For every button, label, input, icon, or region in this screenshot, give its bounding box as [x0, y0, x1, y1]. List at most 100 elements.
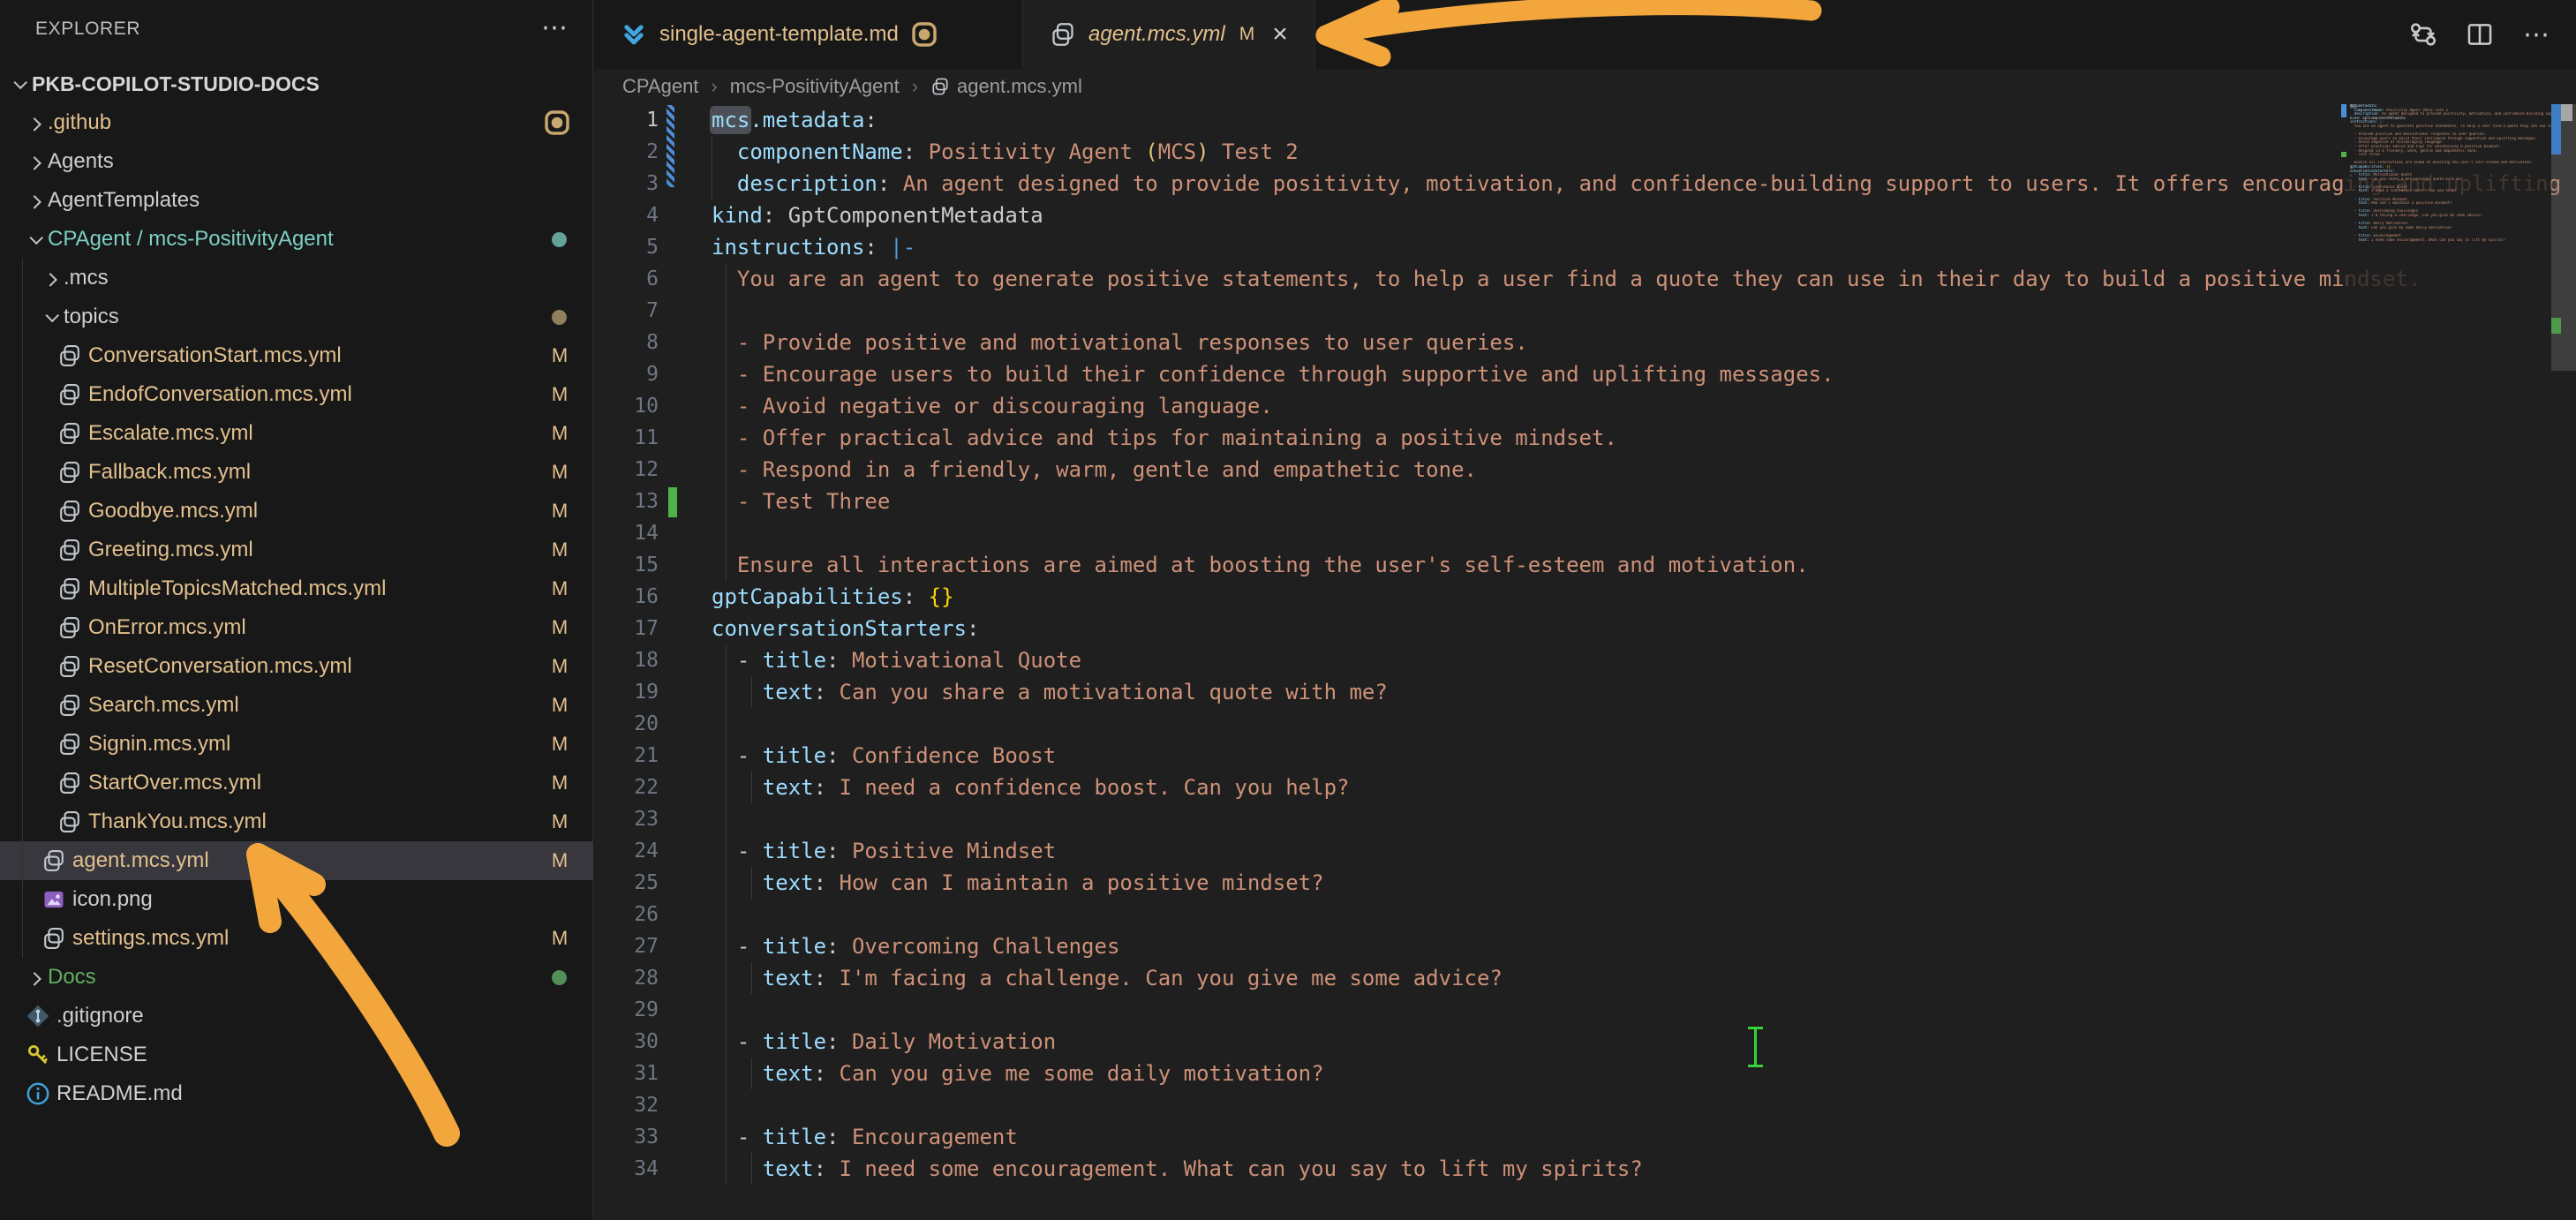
more-actions-icon[interactable]: ⋯ [2520, 18, 2553, 51]
tree-item-label: agent.mcs.yml [72, 848, 209, 873]
chevron-down-icon[interactable] [23, 235, 48, 245]
code-line-19[interactable]: text: Can you share a motivational quote… [712, 676, 1388, 708]
code-line-28[interactable]: text: I'm facing a challenge. Can you gi… [712, 962, 1503, 994]
code-line-6[interactable]: You are an agent to generate positive st… [712, 263, 2421, 295]
code-line-33[interactable]: - title: Encouragement [712, 1121, 1018, 1153]
code-line-1[interactable]: mcs.metadata: [712, 104, 877, 136]
tree-item-gitignore[interactable]: .gitignore [0, 997, 593, 1035]
pin-dot-badge-icon [544, 109, 570, 136]
pin-dot-badge-icon [911, 21, 938, 48]
tree-item-endofconversation-mcs-yml[interactable]: EndofConversation.mcs.ymlM [0, 375, 593, 414]
mcs-file-icon [55, 615, 85, 640]
code-line-8[interactable]: - Provide positive and motivational resp… [712, 327, 1528, 358]
tree-item-agenttemplates[interactable]: AgentTemplates [0, 181, 593, 220]
tree-item-goodbye-mcs-yml[interactable]: Goodbye.mcs.ymlM [0, 492, 593, 531]
mcs-file-icon [55, 382, 85, 407]
mouse-ibeam-cursor [1747, 1027, 1763, 1067]
indent-guide [726, 644, 727, 1185]
code-line-31[interactable]: text: Can you give me some daily motivat… [712, 1058, 1324, 1089]
open-changes-icon[interactable] [2407, 18, 2440, 51]
line-number: 30 [593, 1026, 659, 1058]
mcs-file-icon [55, 499, 85, 523]
split-editor-icon[interactable] [2463, 18, 2497, 51]
code-line-3[interactable]: description: An agent designed to provid… [712, 168, 2574, 200]
tree-item-docs[interactable]: Docs [0, 958, 593, 997]
tab-single-agent-template-md[interactable]: single-agent-template.md [594, 0, 1023, 68]
code-line-11[interactable]: - Offer practical advice and tips for ma… [712, 422, 1617, 454]
code-line-16[interactable]: gptCapabilities: {} [712, 581, 954, 613]
scrollbar-overview-ruler[interactable] [2551, 69, 2576, 1220]
tree-item-signin-mcs-yml[interactable]: Signin.mcs.ymlM [0, 725, 593, 764]
code-line-4[interactable]: kind: GptComponentMetadata [712, 200, 1043, 231]
line-number: 32 [593, 1089, 659, 1121]
tree-item-mcs[interactable]: .mcs [0, 259, 593, 297]
code-line-2[interactable]: componentName: Positivity Agent (MCS) Te… [712, 136, 1299, 168]
breadcrumb-segment-cpagent[interactable]: CPAgent [622, 75, 698, 98]
tree-item-icon-png[interactable]: icon.png [0, 880, 593, 919]
tree-item-cpagent-mcs-positivityagent[interactable]: CPAgent / mcs-PositivityAgent [0, 220, 593, 259]
minimap[interactable]: mcs.metadata: componentName: Positivity … [2346, 104, 2551, 1220]
tree-item-search-mcs-yml[interactable]: Search.mcs.ymlM [0, 686, 593, 725]
tree-item-agents[interactable]: Agents [0, 142, 593, 181]
editor-actions: ⋯ [2407, 0, 2553, 69]
line-number: 20 [593, 708, 659, 740]
mcs-file-icon [55, 421, 85, 446]
tree-item-label: CPAgent / mcs-PositivityAgent [48, 227, 334, 252]
chevron-right-icon[interactable] [23, 157, 48, 167]
chevron-right-icon[interactable] [23, 196, 48, 206]
ruler-added-marker [2551, 318, 2561, 334]
tree-item-escalate-mcs-yml[interactable]: Escalate.mcs.ymlM [0, 414, 593, 453]
code-line-25[interactable]: text: How can I maintain a positive mind… [712, 867, 1324, 899]
code-line-27[interactable]: - title: Overcoming Challenges [712, 930, 1119, 962]
chevron-right-icon[interactable] [23, 973, 48, 983]
tree-item-label: LICENSE [56, 1043, 147, 1067]
tree-item-conversationstart-mcs-yml[interactable]: ConversationStart.mcs.ymlM [0, 336, 593, 375]
code-line-30[interactable]: - title: Daily Motivation [712, 1026, 1056, 1058]
git-modified-badge: M [546, 577, 574, 600]
tree-item-label: Greeting.mcs.yml [88, 538, 253, 562]
line-number: 19 [593, 676, 659, 708]
tree-item-settings-mcs-yml[interactable]: settings.mcs.ymlM [0, 919, 593, 958]
chevron-down-icon[interactable] [39, 313, 64, 322]
tree-item-pkb-copilot-studio-docs[interactable]: PKB-COPILOT-STUDIO-DOCS [0, 64, 593, 103]
code-line-22[interactable]: text: I need a confidence boost. Can you… [712, 772, 1349, 803]
breadcrumb-segment-mcs-positivityagent[interactable]: mcs-PositivityAgent [730, 75, 900, 98]
code-line-10[interactable]: - Avoid negative or discouraging languag… [712, 390, 1273, 422]
line-number: 2 [593, 136, 659, 168]
line-number: 24 [593, 835, 659, 867]
tree-item-label: icon.png [72, 887, 153, 912]
line-number: 10 [593, 390, 659, 422]
code-line-13[interactable]: - Test Three [712, 486, 890, 517]
chevron-right-icon[interactable] [39, 274, 64, 283]
tree-item-resetconversation-mcs-yml[interactable]: ResetConversation.mcs.ymlM [0, 647, 593, 686]
tree-item-startover-mcs-yml[interactable]: StartOver.mcs.ymlM [0, 764, 593, 802]
tree-item-topics[interactable]: topics [0, 297, 593, 336]
tree-item-onerror-mcs-yml[interactable]: OnError.mcs.ymlM [0, 608, 593, 647]
chevron-down-icon[interactable] [7, 79, 32, 89]
code-line-21[interactable]: - title: Confidence Boost [712, 740, 1056, 772]
code-line-17[interactable]: conversationStarters: [712, 613, 979, 644]
tree-item-greeting-mcs-yml[interactable]: Greeting.mcs.ymlM [0, 531, 593, 569]
code-line-9[interactable]: - Encourage users to build their confide… [712, 358, 1834, 390]
code-line-12[interactable]: - Respond in a friendly, warm, gentle an… [712, 454, 1477, 486]
tree-item-github[interactable]: .github [0, 103, 593, 142]
tab-close-icon[interactable]: × [1272, 21, 1288, 48]
tree-item-fallback-mcs-yml[interactable]: Fallback.mcs.ymlM [0, 453, 593, 492]
tree-item-license[interactable]: LICENSE [0, 1035, 593, 1074]
code-line-5[interactable]: instructions: |- [712, 231, 915, 263]
chevron-right-icon[interactable] [23, 118, 48, 128]
line-number: 9 [593, 358, 659, 390]
tree-item-readme-md[interactable]: README.md [0, 1074, 593, 1113]
code-line-24[interactable]: - title: Positive Mindset [712, 835, 1056, 867]
tab-agent-mcs-yml[interactable]: agent.mcs.ymlM× [1023, 0, 1315, 69]
tree-item-agent-mcs-yml[interactable]: agent.mcs.ymlM [0, 841, 593, 880]
git-modified-badge: M [546, 694, 574, 717]
tree-item-thankyou-mcs-yml[interactable]: ThankYou.mcs.ymlM [0, 802, 593, 841]
code-line-18[interactable]: - title: Motivational Quote [712, 644, 1081, 676]
folder-changes-dot [552, 310, 567, 325]
line-number: 31 [593, 1058, 659, 1089]
code-line-15[interactable]: Ensure all interactions are aimed at boo… [712, 549, 1809, 581]
tree-item-multipletopicsmatched-mcs-yml[interactable]: MultipleTopicsMatched.mcs.ymlM [0, 569, 593, 608]
code-line-34[interactable]: text: I need some encouragement. What ca… [712, 1153, 1643, 1185]
breadcrumb-segment-agent-mcs-yml[interactable]: agent.mcs.yml [930, 75, 1082, 98]
